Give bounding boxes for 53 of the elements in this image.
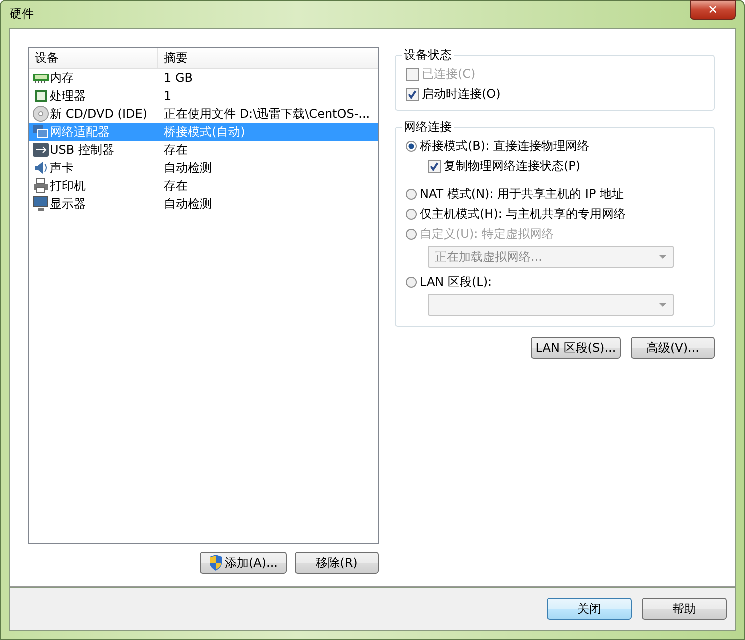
device-name: 处理器	[50, 88, 86, 105]
advanced-button[interactable]: 高级(V)...	[631, 337, 715, 360]
column-header[interactable]: 摘要	[158, 48, 188, 68]
device-row[interactable]: 显示器 自动检测	[29, 195, 378, 214]
caret-icon	[659, 255, 667, 260]
device-summary: 桥接模式(自动)	[164, 124, 246, 141]
device-summary: 存在	[164, 178, 188, 195]
dialog-button[interactable]: 帮助	[642, 598, 727, 620]
add-button[interactable]: 添加(A)...	[200, 552, 287, 574]
device-row[interactable]: 声卡 自动检测	[29, 159, 378, 178]
device-summary: 自动检测	[164, 196, 212, 213]
chip-icon	[33, 88, 49, 104]
device-row[interactable]: 处理器 1	[29, 87, 378, 106]
window-title: 硬件	[9, 6, 34, 24]
device-name: 内存	[50, 70, 74, 87]
device-row[interactable]: USB 控制器 存在	[29, 141, 378, 160]
device-summary: 1 GB	[164, 71, 193, 86]
device-name: 显示器	[50, 196, 86, 213]
monitors-icon	[33, 124, 49, 140]
monitor-icon	[33, 196, 49, 212]
lan-segments-button[interactable]: LAN 区段(S)...	[531, 337, 621, 360]
remove-button[interactable]: 移除(R)	[295, 552, 379, 574]
group-title: 设备状态	[403, 47, 453, 64]
checkbox-option[interactable]: 复制物理网络连接状态(P)	[406, 156, 704, 176]
radio-option[interactable]: 桥接模式(B): 直接连接物理网络	[406, 136, 704, 156]
device-row[interactable]: 内存 1 GB	[29, 69, 378, 88]
radio-option[interactable]: NAT 模式(N): 用于共享主机的 IP 地址	[406, 184, 704, 204]
speaker-icon	[33, 160, 49, 176]
device-name: 声卡	[50, 160, 74, 177]
disc-icon	[33, 106, 49, 122]
device-summary: 正在使用文件 D:\迅雷下载\CentOS-...	[164, 106, 370, 123]
device-summary: 1	[164, 89, 172, 104]
device-row[interactable]: 新 CD/DVD (IDE) 正在使用文件 D:\迅雷下载\CentOS-...	[29, 105, 378, 124]
dialog-button[interactable]: 关闭	[547, 598, 632, 620]
radio-option[interactable]: 仅主机模式(H): 与主机共享的专用网络	[406, 204, 704, 224]
printer-icon	[33, 178, 49, 194]
close-button[interactable]: ✕	[690, 0, 736, 20]
device-summary: 存在	[164, 142, 188, 159]
device-name: 新 CD/DVD (IDE)	[50, 106, 148, 123]
group-title: 网络连接	[403, 119, 453, 136]
radio-option[interactable]: LAN 区段(L):	[406, 272, 704, 292]
usb-icon	[33, 142, 49, 158]
column-header[interactable]: 设备	[29, 48, 158, 68]
device-row[interactable]: 打印机 存在	[29, 177, 378, 196]
caret-icon	[659, 303, 667, 308]
shield-icon	[208, 555, 223, 572]
device-name: 网络适配器	[50, 124, 110, 141]
device-name: USB 控制器	[50, 142, 114, 159]
check-icon	[407, 88, 418, 100]
device-name: 打印机	[50, 178, 86, 195]
device-summary: 自动检测	[164, 160, 212, 177]
check-icon	[429, 160, 440, 172]
checkbox-option[interactable]: 启动时连接(O)	[406, 84, 704, 104]
